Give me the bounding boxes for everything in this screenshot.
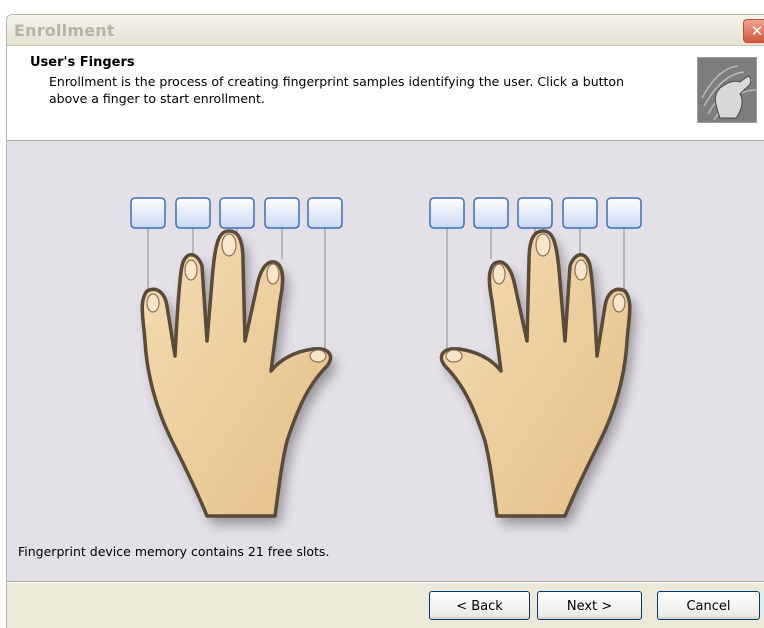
fingerprint-hand-icon [697,57,757,123]
next-button[interactable]: Next > [537,591,642,620]
footer-divider [7,581,764,583]
finger-button-right-thumb[interactable] [429,197,465,229]
finger-button-left-ring[interactable] [175,197,211,229]
page-title: User's Fingers [30,55,135,70]
enrollment-window: Enrollment ✕ User's Fingers Enrollment i… [6,14,764,628]
close-button[interactable]: ✕ [743,19,764,43]
wizard-header: User's Fingers Enrollment is the process… [7,46,764,141]
finger-button-left-little[interactable] [130,197,166,229]
finger-button-right-index[interactable] [473,197,509,229]
cancel-button[interactable]: Cancel [657,591,760,620]
device-memory-status: Fingerprint device memory contains 21 fr… [18,544,330,559]
hands-panel [7,141,764,583]
hands-illustration [130,197,642,524]
back-button[interactable]: < Back [429,591,530,620]
title-bar: Enrollment ✕ [7,15,764,46]
finger-button-right-middle[interactable] [517,197,553,229]
right-hand-finger-buttons [429,197,642,229]
finger-button-left-middle[interactable] [219,197,255,229]
right-hand [439,229,632,518]
finger-button-left-thumb[interactable] [307,197,343,229]
left-hand-finger-buttons [130,197,343,229]
finger-button-left-index[interactable] [264,197,300,229]
left-hand [140,229,333,518]
finger-button-right-ring[interactable] [562,197,598,229]
page-description: Enrollment is the process of creating fi… [49,74,624,106]
finger-button-right-little[interactable] [606,197,642,229]
window-title: Enrollment [14,21,115,40]
